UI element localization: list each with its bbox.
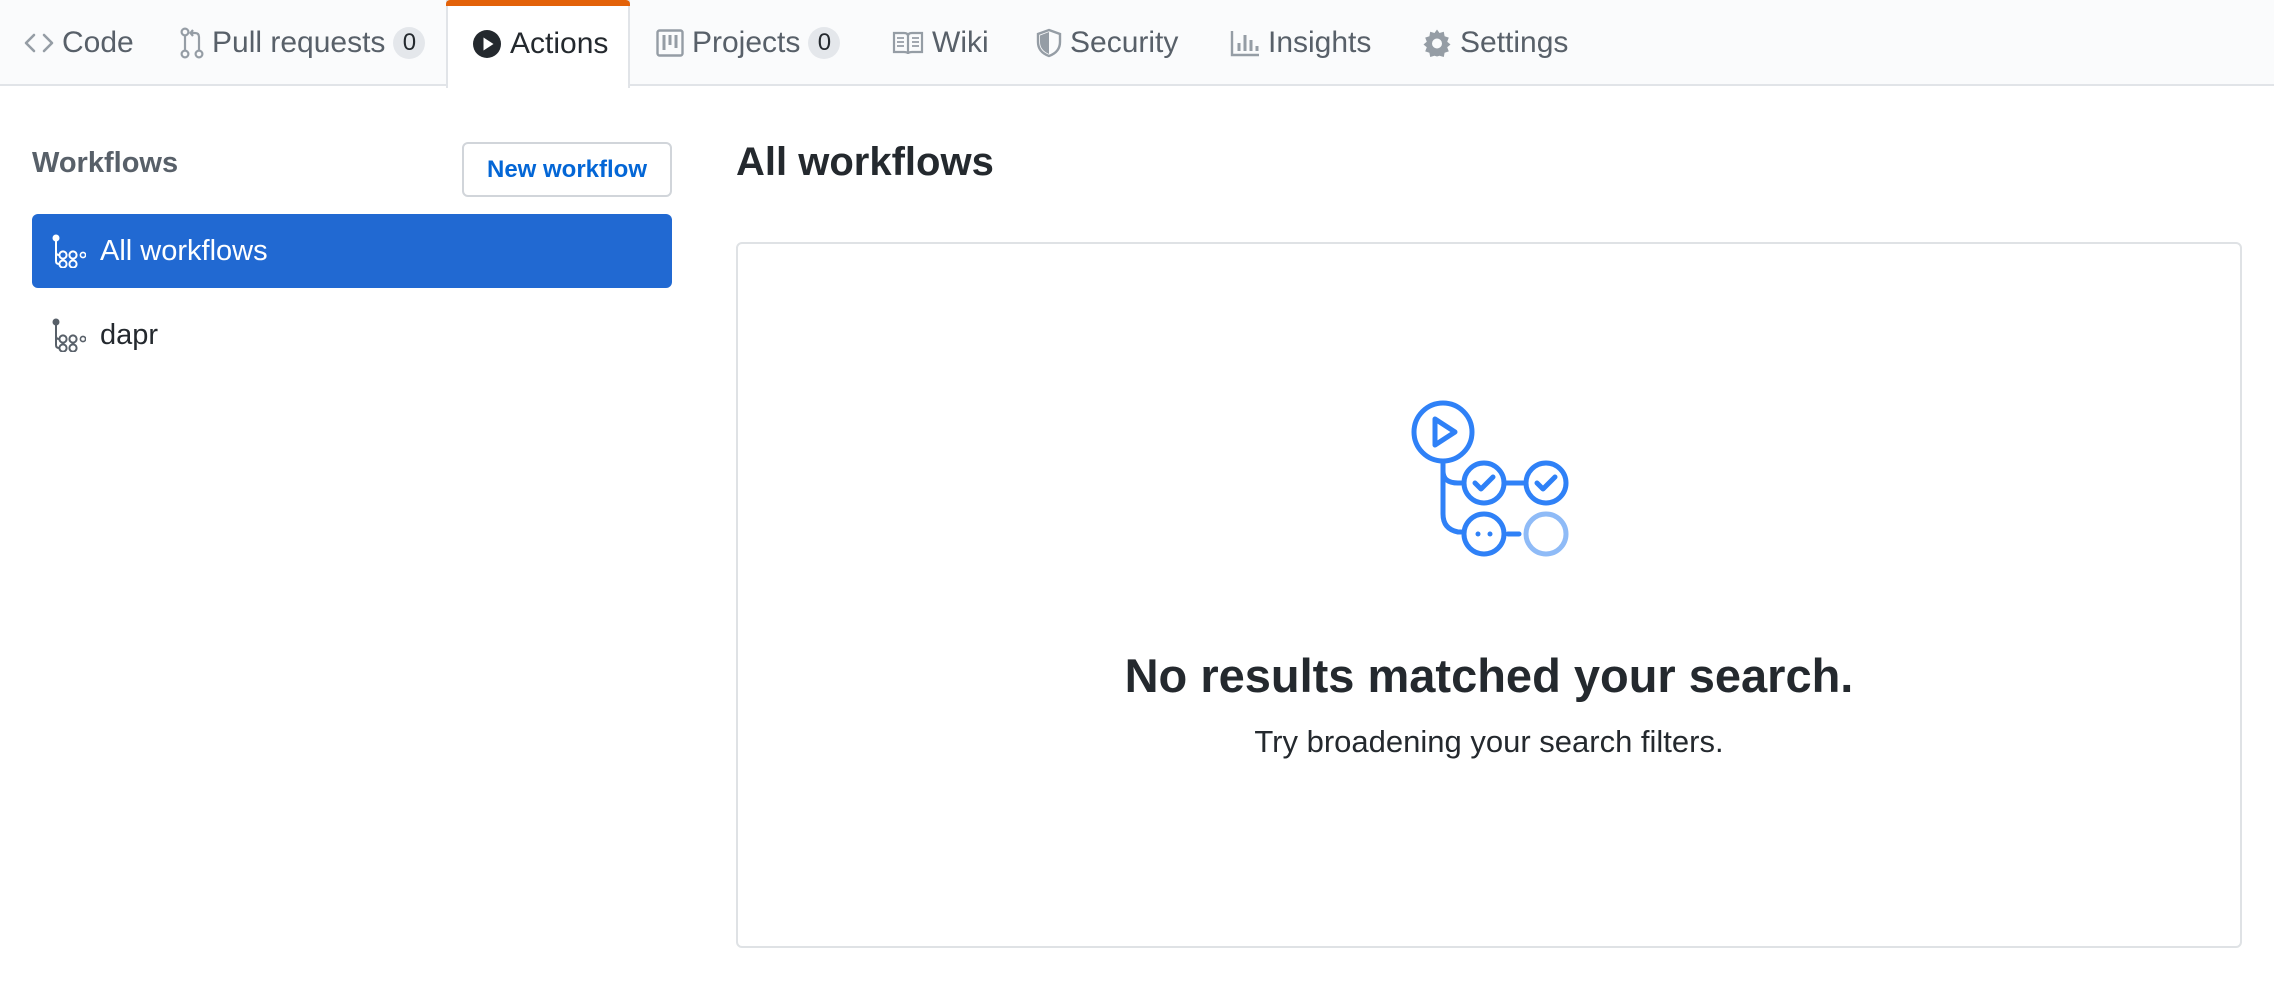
sidebar-title: Workflows <box>32 147 179 179</box>
projects-count: 0 <box>808 27 841 59</box>
sidebar-item-label: All workflows <box>100 234 268 267</box>
empty-state-heading: No results matched your search. <box>1124 649 1854 702</box>
book-icon <box>892 30 924 56</box>
tab-wiki[interactable]: Wiki <box>892 0 989 86</box>
gear-icon <box>1422 28 1452 58</box>
project-icon <box>656 29 684 57</box>
git-pull-request-icon <box>180 27 204 59</box>
tab-code[interactable]: Code <box>24 0 134 86</box>
empty-state-box: No results matched your search. Try broa… <box>736 242 2242 948</box>
tab-label: Projects <box>692 26 801 59</box>
sidebar-item-label: dapr <box>100 318 159 351</box>
tab-settings[interactable]: Settings <box>1422 0 1568 86</box>
empty-state-subtext: Try broadening your search filters. <box>1254 724 1724 759</box>
pull-requests-count: 0 <box>393 27 426 59</box>
workflow-illustration <box>1411 399 1583 576</box>
tab-label: Pull requests <box>212 26 386 59</box>
tab-label: Code <box>62 26 134 59</box>
new-workflow-button[interactable]: New workflow <box>462 142 672 197</box>
tab-projects[interactable]: Projects 0 <box>656 0 841 86</box>
workflow-icon <box>52 234 86 268</box>
tab-label: Wiki <box>932 26 989 59</box>
shield-icon <box>1036 28 1062 58</box>
repo-nav: Code Pull requests 0 Actions Projects 0 … <box>0 0 2274 88</box>
tab-pull-requests[interactable]: Pull requests 0 <box>180 0 426 86</box>
tab-insights[interactable]: Insights <box>1230 0 1371 86</box>
play-icon <box>472 29 502 59</box>
tab-label: Actions <box>510 27 609 60</box>
tab-label: Security <box>1070 26 1179 59</box>
sidebar-item-dapr[interactable]: dapr <box>32 298 672 372</box>
code-icon <box>24 32 54 54</box>
workflow-icon <box>52 318 86 352</box>
graph-icon <box>1230 29 1260 57</box>
tab-actions[interactable]: Actions <box>446 0 630 88</box>
page-title: All workflows <box>736 140 994 184</box>
tab-security[interactable]: Security <box>1036 0 1178 86</box>
tab-label: Settings <box>1460 26 1569 59</box>
sidebar-item-all-workflows[interactable]: All workflows <box>32 214 672 288</box>
tab-label: Insights <box>1268 26 1372 59</box>
